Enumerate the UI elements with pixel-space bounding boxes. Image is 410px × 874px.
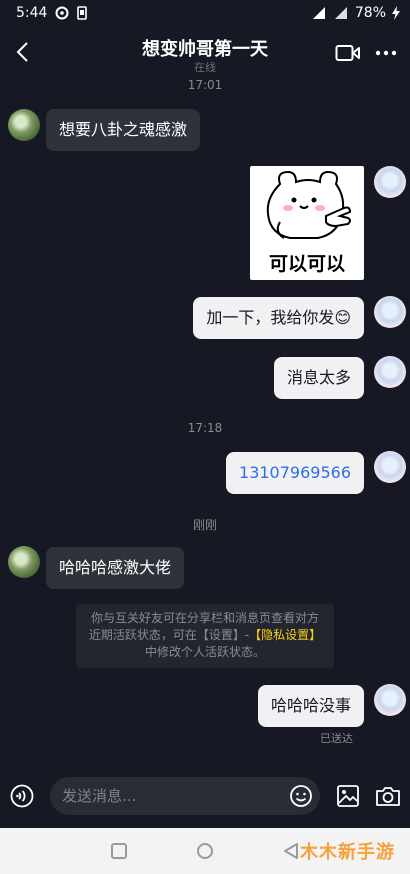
cellular-4g-icon [333, 7, 349, 19]
voice-icon [10, 784, 34, 808]
camera-button[interactable] [374, 782, 402, 810]
timestamp: 刚刚 [192, 518, 217, 532]
video-call-icon [335, 45, 360, 61]
notice-text-end: 中修改个人活跃状态。 [144, 645, 265, 659]
message-bubble-outgoing[interactable]: 加一下，我给你发😊 [193, 297, 364, 339]
watermark: 木木新手游 [300, 842, 395, 863]
sticker-bear-illustration [266, 170, 352, 239]
image-icon [337, 785, 359, 807]
my-avatar[interactable] [374, 356, 406, 388]
contact-avatar[interactable] [8, 109, 40, 141]
home-button[interactable] [196, 842, 214, 860]
chat-header: 想变帅哥第一天 在线 [0, 26, 410, 82]
message-bubble-outgoing[interactable]: 消息太多 [273, 357, 364, 399]
activity-status-notice: 你与互关好友可在分享栏和消息页查看对方近期活跃状态，可在【设置】-【隐私设置】中… [76, 604, 334, 668]
message-input[interactable]: 发送消息... [50, 777, 320, 815]
emoji-icon [290, 785, 312, 807]
message-bubble-outgoing[interactable]: 哈哈哈没事 [257, 685, 364, 727]
app-notification-icon [55, 6, 69, 20]
sticker-message[interactable]: 可以可以 [250, 166, 364, 280]
back-nav-button[interactable] [282, 842, 300, 860]
battery-percent: 78% [354, 5, 386, 21]
status-time: 5:44 [16, 5, 48, 21]
privacy-settings-link[interactable]: 【隐私设置】 [249, 628, 321, 642]
delivered-status: 已送达 [320, 732, 353, 745]
status-bar: 5:44 78% [0, 0, 410, 26]
timestamp: 17:01 [187, 78, 223, 92]
signal-icon [312, 7, 327, 19]
message-bubble-incoming[interactable]: 想要八卦之魂感激 [46, 109, 201, 151]
my-avatar[interactable] [374, 684, 406, 716]
message-input-bar: 发送消息... [0, 770, 410, 824]
charging-icon [392, 6, 400, 20]
phone-number-message[interactable]: 13107969566 [226, 452, 364, 494]
emoji-button[interactable] [288, 783, 314, 809]
timestamp: 17:18 [187, 421, 223, 435]
recent-apps-button[interactable] [110, 842, 128, 860]
sticker-caption: 可以可以 [268, 253, 345, 275]
contact-avatar[interactable] [8, 546, 40, 578]
sim-icon [77, 6, 88, 20]
message-bubble-incoming[interactable]: 哈哈哈感激大佬 [46, 547, 185, 589]
more-icon [375, 50, 397, 56]
voice-button[interactable] [8, 782, 36, 810]
my-avatar[interactable] [374, 296, 406, 328]
my-avatar[interactable] [374, 166, 406, 198]
camera-icon [376, 787, 400, 806]
my-avatar[interactable] [374, 451, 406, 483]
more-button[interactable] [372, 41, 400, 65]
video-call-button[interactable] [334, 41, 362, 65]
image-button[interactable] [334, 782, 362, 810]
